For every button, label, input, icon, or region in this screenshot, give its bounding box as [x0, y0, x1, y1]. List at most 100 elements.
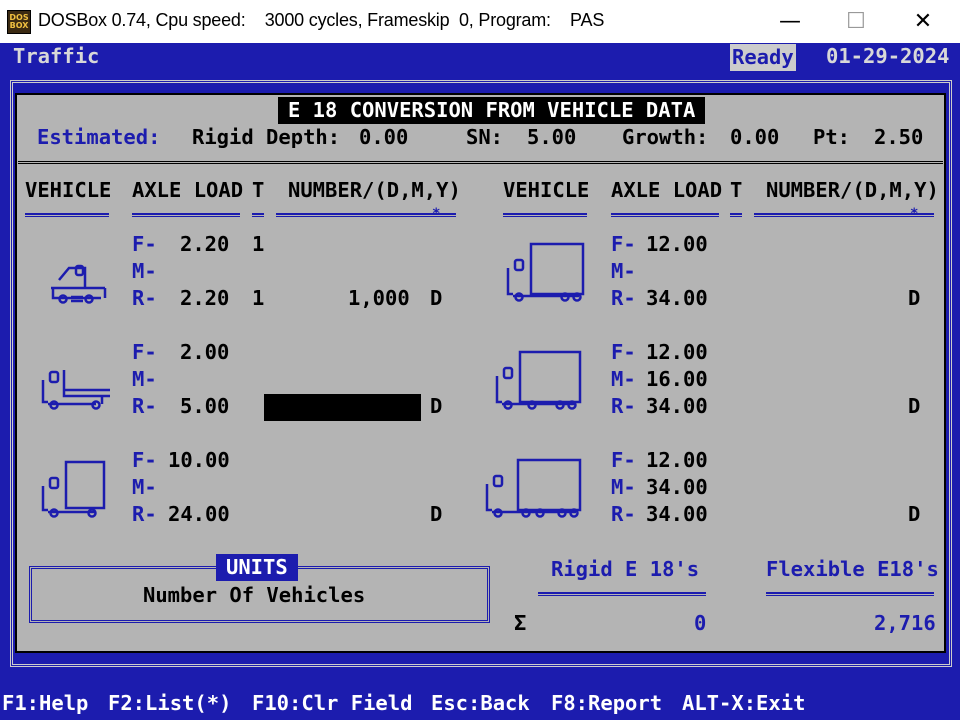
axle-m-label: M-	[611, 475, 636, 499]
pickup-truck-icon	[45, 258, 135, 318]
header-underline	[276, 213, 456, 217]
rigid-e18-label: Rigid E 18's	[551, 557, 700, 581]
header-t-left: T	[252, 178, 265, 202]
axle-f-label: F-	[132, 448, 157, 472]
rigid-depth-value[interactable]: 0.00	[359, 124, 408, 151]
axle-r-label: R-	[132, 502, 157, 526]
axle-r-label: R-	[611, 502, 636, 526]
vehicle6-period[interactable]: D	[908, 501, 920, 528]
vehicle6-front-load[interactable]: 12.00	[646, 447, 708, 474]
vehicle6-rear-load[interactable]: 34.00	[646, 501, 708, 528]
current-date: 01-29-2024	[826, 44, 950, 68]
f1-help-key[interactable]: F1:Help	[2, 690, 88, 717]
axle-f-label: F-	[132, 232, 157, 256]
vehicle5-middle-load[interactable]: 16.00	[646, 366, 708, 393]
rigid-e18-total: 0	[694, 611, 707, 635]
vehicle3-front-load[interactable]: 10.00	[168, 447, 230, 474]
axle-m-label: M-	[611, 367, 636, 391]
header-underline	[754, 213, 934, 217]
axle-r-label: R-	[132, 394, 157, 418]
axle-f-label: F-	[611, 340, 636, 364]
header-underline	[730, 213, 742, 217]
window-title: DOSBox 0.74, Cpu speed: 3000 cycles, Fra…	[38, 10, 605, 30]
vehicle2-period[interactable]: D	[430, 393, 442, 420]
axle-f-label: F-	[611, 448, 636, 472]
box-truck-3axle-icon	[492, 350, 588, 410]
header-underline	[25, 213, 109, 217]
vehicle1-front-type[interactable]: 1	[252, 231, 264, 258]
header-vehicle-left: VEHICLE	[25, 178, 112, 202]
flexible-e18-label: Flexible E18's	[766, 557, 939, 581]
header-underline	[503, 213, 587, 217]
header-number-left: NUMBER/(D,M,Y)	[288, 178, 461, 202]
header-underline	[611, 213, 719, 217]
axle-r-label: R-	[132, 286, 157, 310]
vehicle4-period[interactable]: D	[908, 285, 920, 312]
vehicle1-rear-type[interactable]: 1	[252, 285, 264, 312]
vehicle2-number-input[interactable]	[264, 394, 421, 421]
estimated-label: Estimated:	[37, 125, 161, 149]
header-vehicle-right: VEHICLE	[503, 178, 590, 202]
esc-back-key[interactable]: Esc:Back	[431, 690, 530, 717]
box-truck-2axle-icon	[38, 460, 128, 520]
box-truck-tandem-icon	[503, 242, 593, 302]
growth-label: Growth:	[622, 125, 709, 149]
vehicle3-period[interactable]: D	[430, 501, 442, 528]
vehicle5-rear-load[interactable]: 34.00	[646, 393, 708, 420]
totals-underline	[538, 592, 706, 596]
units-label: UNITS	[216, 554, 298, 581]
header-star-right: *	[910, 206, 919, 222]
header-star-left: *	[432, 206, 441, 222]
axle-m-label: M-	[132, 259, 157, 283]
app-name: Traffic	[13, 44, 100, 68]
sn-value[interactable]: 5.00	[527, 124, 576, 151]
units-value[interactable]: Number Of Vehicles	[143, 582, 365, 609]
vehicle2-front-load[interactable]: 2.00	[180, 339, 229, 366]
header-underline	[132, 213, 240, 217]
vehicle1-number[interactable]: 1,000	[348, 285, 410, 312]
vehicle6-middle-load[interactable]: 34.00	[646, 474, 708, 501]
flatbed-truck-icon	[38, 364, 128, 424]
vehicle1-rear-load[interactable]: 2.20	[180, 285, 229, 312]
alt-x-exit-key[interactable]: ALT-X:Exit	[682, 690, 805, 717]
axle-f-label: F-	[132, 340, 157, 364]
totals-underline	[766, 592, 934, 596]
estimated-separator	[18, 161, 943, 164]
vehicle2-rear-load[interactable]: 5.00	[180, 393, 229, 420]
minimize-button[interactable]: —	[760, 0, 820, 43]
vehicle5-period[interactable]: D	[908, 393, 920, 420]
axle-r-label: R-	[611, 394, 636, 418]
header-t-right: T	[730, 178, 743, 202]
axle-m-label: M-	[611, 259, 636, 283]
header-axle-load-left: AXLE LOAD	[132, 178, 244, 202]
header-axle-load-right: AXLE LOAD	[611, 178, 723, 202]
sn-label: SN:	[466, 125, 504, 149]
vehicle1-front-load[interactable]: 2.20	[180, 231, 229, 258]
axle-r-label: R-	[611, 286, 636, 310]
header-underline	[252, 213, 264, 217]
rigid-depth-label: Rigid Depth:	[192, 125, 341, 149]
axle-f-label: F-	[611, 232, 636, 256]
pt-label: Pt:	[813, 125, 851, 149]
maximize-button[interactable]: ☐	[826, 0, 886, 43]
vehicle4-rear-load[interactable]: 34.00	[646, 285, 708, 312]
f2-list-key[interactable]: F2:List(*)	[108, 690, 231, 717]
f10-clear-field-key[interactable]: F10:Clr Field	[252, 690, 412, 717]
panel-title: E 18 CONVERSION FROM VEHICLE DATA	[278, 97, 706, 124]
status-indicator: Ready	[730, 44, 796, 71]
header-number-right: NUMBER/(D,M,Y)	[766, 178, 939, 202]
growth-value[interactable]: 0.00	[730, 124, 779, 151]
vehicle5-front-load[interactable]: 12.00	[646, 339, 708, 366]
box-truck-4axle-icon	[482, 458, 588, 518]
axle-m-label: M-	[132, 475, 157, 499]
window-titlebar[interactable]: DOS BOX DOSBox 0.74, Cpu speed: 3000 cyc…	[0, 0, 960, 43]
vehicle3-rear-load[interactable]: 24.00	[168, 501, 230, 528]
flexible-e18-total: 2,716	[874, 611, 936, 635]
axle-m-label: M-	[132, 367, 157, 391]
f8-report-key[interactable]: F8:Report	[551, 690, 662, 717]
vehicle4-front-load[interactable]: 12.00	[646, 231, 708, 258]
vehicle1-period[interactable]: D	[430, 285, 442, 312]
close-button[interactable]: ✕	[893, 0, 953, 43]
sigma-symbol: Σ	[514, 611, 527, 635]
pt-value[interactable]: 2.50	[874, 124, 923, 151]
